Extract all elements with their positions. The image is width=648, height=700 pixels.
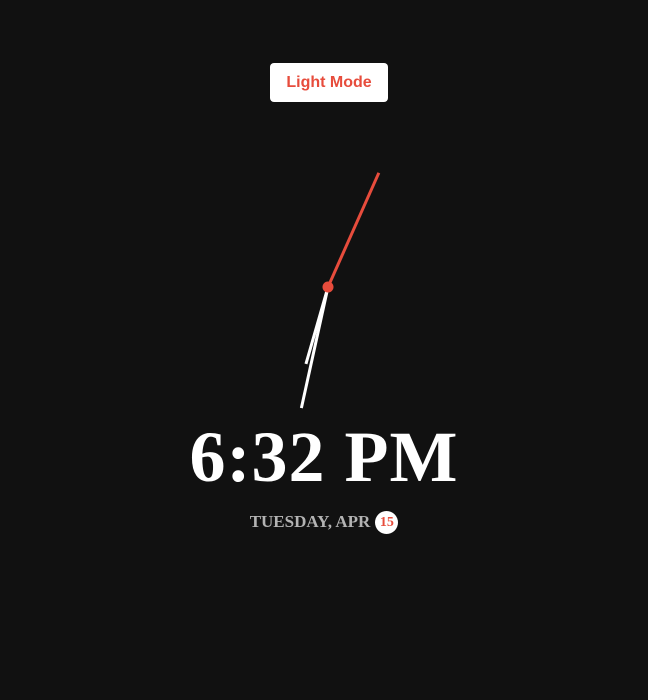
clock-page: Light Mode 6:32 PM TUESDAY, APR 15: [0, 0, 648, 700]
second-hand: [326, 172, 381, 288]
minute-hand: [299, 286, 330, 409]
clock-center-dot: [322, 281, 334, 293]
digital-time: 6:32 PM: [189, 417, 459, 497]
date-text: TUESDAY, APR: [249, 512, 371, 531]
date-display: TUESDAY, APR 15: [0, 510, 648, 534]
light-mode-button[interactable]: Light Mode: [270, 63, 388, 102]
analog-clock-face: [299, 172, 381, 409]
day-badge: 15: [375, 510, 399, 534]
analog-clock: [208, 167, 448, 409]
